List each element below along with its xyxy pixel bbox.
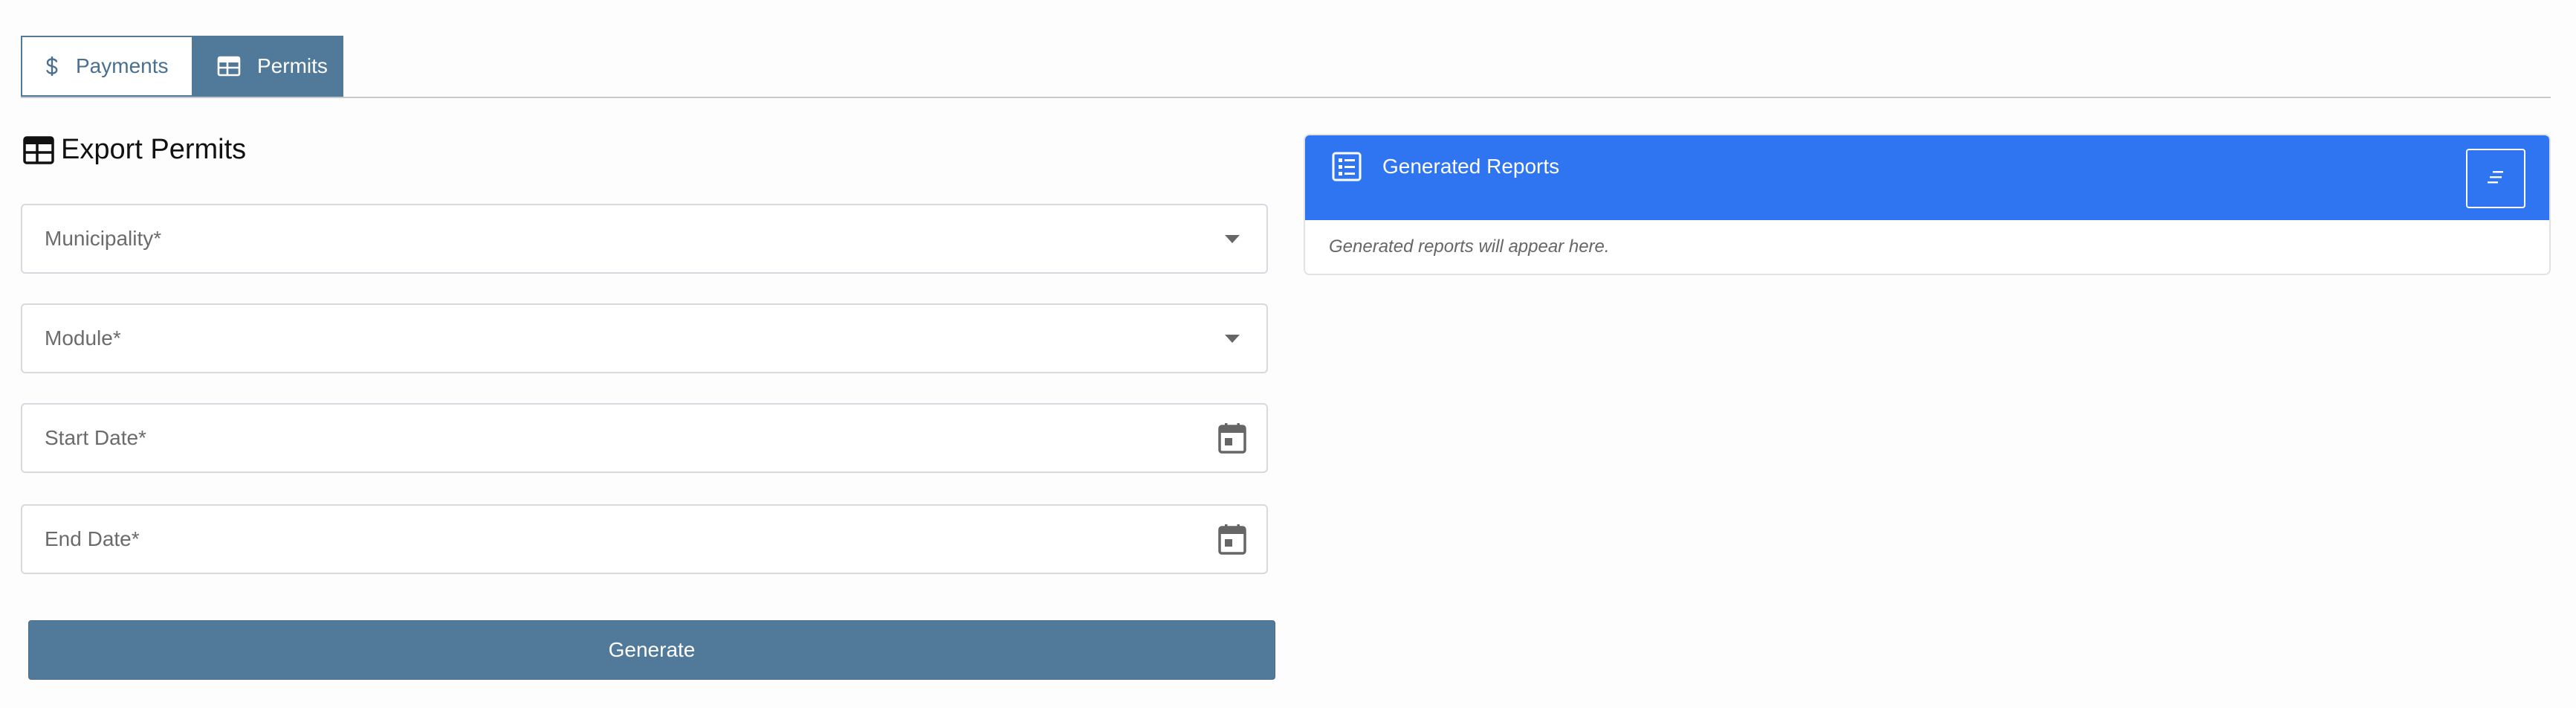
tab-divider	[21, 97, 2551, 98]
tab-payments[interactable]: Payments	[21, 36, 193, 97]
list-icon	[1332, 152, 1362, 181]
dollar-icon	[45, 55, 59, 77]
page-title: Export Permits	[22, 134, 246, 166]
calendar-icon[interactable]	[1217, 523, 1247, 556]
generated-reports-title: Generated Reports	[1382, 155, 1560, 178]
module-select[interactable]: Module*	[21, 303, 1268, 373]
clear-list-icon	[2485, 170, 2506, 188]
generated-reports-empty: Generated reports will appear here.	[1329, 236, 1610, 257]
generate-button[interactable]: Generate	[28, 620, 1275, 680]
start-date-field[interactable]: Start Date*	[21, 403, 1268, 473]
tab-bar: Payments Permits	[21, 36, 343, 97]
chevron-down-icon	[1225, 234, 1240, 243]
generated-reports-panel: Generated Reports Generated reports will…	[1304, 134, 2551, 275]
chevron-down-icon	[1225, 334, 1240, 343]
clear-reports-button[interactable]	[2466, 149, 2525, 208]
tab-permits-label: Permits	[257, 54, 328, 77]
calendar-icon[interactable]	[1217, 422, 1247, 454]
start-date-label: Start Date*	[45, 426, 146, 449]
page-title-text: Export Permits	[61, 134, 247, 165]
module-label: Module*	[45, 326, 121, 350]
tab-payments-label: Payments	[76, 54, 169, 77]
end-date-label: End Date*	[45, 527, 140, 550]
generated-reports-header: Generated Reports	[1305, 135, 2549, 220]
municipality-select[interactable]: Municipality*	[21, 204, 1268, 274]
tab-permits[interactable]: Permits	[193, 36, 343, 97]
municipality-label: Municipality*	[45, 227, 162, 250]
end-date-field[interactable]: End Date*	[21, 504, 1268, 574]
table-icon	[217, 56, 241, 77]
table-icon	[22, 135, 55, 166]
